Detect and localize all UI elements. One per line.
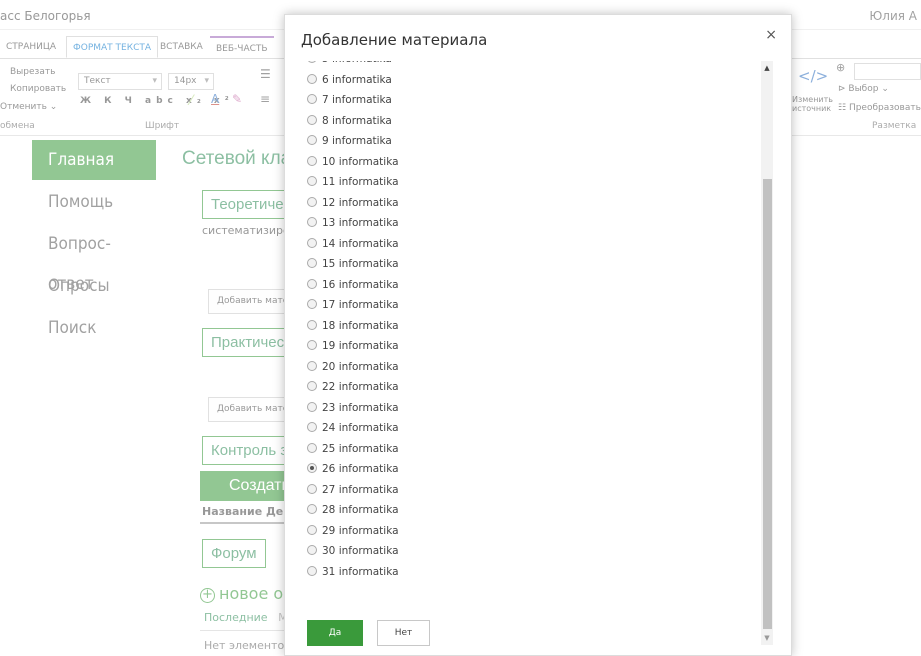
material-option[interactable]: 23 informatika [307, 398, 399, 418]
material-option[interactable]: 15 informatika [307, 254, 399, 274]
material-option-label: 16 informatika [322, 278, 399, 291]
radio-icon[interactable] [307, 135, 317, 145]
material-option[interactable]: 28 informatika [307, 500, 399, 520]
material-option-label: 26 informatika [322, 463, 399, 475]
material-option-label: 30 informatika [322, 545, 399, 557]
material-option-label: 10 informatika [322, 155, 399, 168]
radio-icon[interactable] [307, 442, 317, 453]
material-option-label: 13 informatika [322, 217, 399, 229]
material-option[interactable]: 19 informatika [307, 336, 399, 356]
material-option[interactable]: 24 informatika [307, 418, 399, 438]
radio-icon[interactable] [307, 319, 317, 330]
radio-icon[interactable] [307, 278, 317, 289]
material-option-label: 6 informatika [322, 73, 392, 86]
scrollbar[interactable]: ▲ ▼ [761, 61, 773, 645]
radio-checked-icon[interactable] [307, 463, 317, 473]
material-option-label: 7 informatika [322, 94, 392, 106]
material-option[interactable]: 6 informatika [307, 70, 392, 90]
radio-icon[interactable] [307, 217, 317, 227]
material-option[interactable]: 11 informatika [307, 172, 399, 192]
material-option-label: 15 informatika [322, 258, 399, 270]
radio-icon[interactable] [307, 258, 317, 268]
radio-icon[interactable] [307, 565, 317, 576]
material-options-list: 5 informatika 6 informatika 7 informatika 8… [307, 61, 759, 645]
radio-icon[interactable] [307, 73, 317, 84]
radio-icon[interactable] [307, 196, 317, 207]
material-option-label: 18 informatika [322, 319, 399, 332]
material-option[interactable]: 25 informatika [307, 439, 399, 459]
material-option[interactable]: 29 informatika [307, 521, 399, 541]
material-option[interactable]: 20 informatika [307, 357, 399, 377]
material-option[interactable]: 16 informatika [307, 275, 399, 295]
material-option-label: 28 informatika [322, 504, 399, 516]
material-option-label: 31 informatika [322, 565, 399, 578]
radio-icon[interactable] [307, 61, 317, 63]
radio-icon[interactable] [307, 299, 317, 309]
material-option-label: 20 informatika [322, 360, 399, 373]
radio-icon[interactable] [307, 422, 317, 432]
radio-icon[interactable] [307, 504, 317, 514]
material-option[interactable]: 31 informatika [307, 562, 399, 582]
material-option-label: 9 informatika [322, 135, 392, 147]
material-option[interactable]: 18 informatika [307, 316, 399, 336]
material-option[interactable]: 22 informatika [307, 377, 399, 397]
radio-icon[interactable] [307, 237, 317, 248]
scroll-up-arrow-icon[interactable]: ▲ [761, 61, 773, 75]
radio-icon[interactable] [307, 545, 317, 555]
material-option-label: 23 informatika [322, 401, 399, 414]
material-option[interactable]: 13 informatika [307, 213, 399, 233]
ok-button[interactable]: Да [307, 620, 363, 646]
material-option-label: 27 informatika [322, 483, 399, 496]
material-option-label: 17 informatika [322, 299, 399, 311]
close-icon[interactable]: × [765, 27, 777, 43]
material-option[interactable]: 9 informatika [307, 131, 392, 151]
scrollbar-thumb[interactable] [763, 179, 772, 629]
material-option-label: 5 informatika [322, 61, 392, 65]
material-option-label: 14 informatika [322, 237, 399, 250]
scroll-down-arrow-icon[interactable]: ▼ [761, 631, 773, 645]
radio-icon[interactable] [307, 483, 317, 494]
radio-icon[interactable] [307, 381, 317, 391]
cancel-button[interactable]: Нет [377, 620, 430, 646]
add-material-dialog: Добавление материала × 5 informatika 6 in… [284, 14, 792, 656]
material-option-label: 25 informatika [322, 442, 399, 455]
material-option[interactable]: 26 informatika [307, 459, 399, 479]
material-option-label: 29 informatika [322, 524, 399, 537]
radio-icon[interactable] [307, 340, 317, 350]
material-option-label: 19 informatika [322, 340, 399, 352]
material-option[interactable]: 5 informatika [307, 61, 392, 69]
radio-icon[interactable] [307, 155, 317, 166]
material-option[interactable]: 17 informatika [307, 295, 399, 315]
material-option[interactable]: 8 informatika [307, 111, 392, 131]
dialog-title: Добавление материала [301, 31, 488, 49]
radio-icon[interactable] [307, 114, 317, 125]
material-option[interactable]: 10 informatika [307, 152, 399, 172]
material-option[interactable]: 27 informatika [307, 480, 399, 500]
material-option[interactable]: 14 informatika [307, 234, 399, 254]
material-option-label: 24 informatika [322, 422, 399, 434]
radio-icon[interactable] [307, 360, 317, 371]
material-option-label: 12 informatika [322, 196, 399, 209]
material-option[interactable]: 30 informatika [307, 541, 399, 561]
radio-icon[interactable] [307, 94, 317, 104]
radio-icon[interactable] [307, 401, 317, 412]
material-option-label: 11 informatika [322, 176, 399, 188]
radio-icon[interactable] [307, 176, 317, 186]
radio-icon[interactable] [307, 524, 317, 535]
material-option[interactable]: 7 informatika [307, 90, 392, 110]
material-option-label: 22 informatika [322, 381, 399, 393]
material-option[interactable]: 12 informatika [307, 193, 399, 213]
material-option-label: 8 informatika [322, 114, 392, 127]
